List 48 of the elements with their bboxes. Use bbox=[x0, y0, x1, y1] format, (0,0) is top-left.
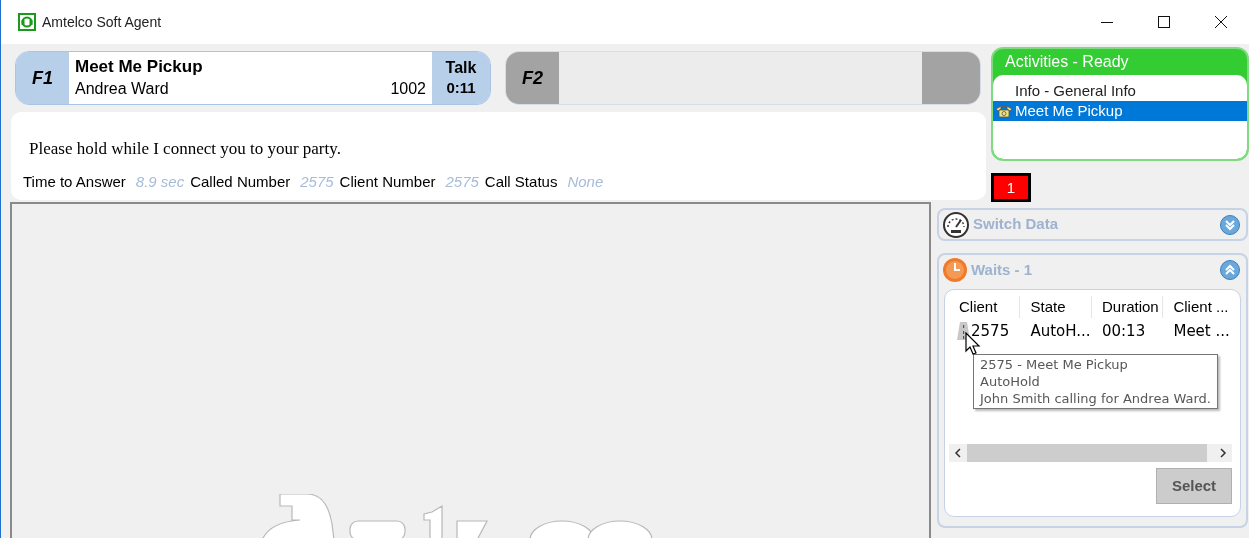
app-icon bbox=[18, 13, 36, 31]
speedometer-icon bbox=[942, 210, 970, 239]
field-value: 2575 bbox=[445, 172, 479, 192]
call-line-card[interactable]: F2 bbox=[505, 51, 981, 105]
column-header[interactable]: Client ... bbox=[1163, 295, 1232, 319]
line-key: F2 bbox=[506, 52, 559, 104]
select-button[interactable]: Select bbox=[1156, 468, 1232, 504]
count-badge: 1 bbox=[991, 173, 1031, 202]
clock-icon bbox=[942, 257, 968, 283]
call-state: Talk bbox=[445, 58, 477, 78]
scrollbar-thumb[interactable] bbox=[967, 444, 1207, 462]
horizontal-scrollbar[interactable] bbox=[949, 444, 1232, 462]
maximize-icon[interactable] bbox=[1157, 16, 1170, 28]
line-key: F1 bbox=[16, 52, 69, 104]
panel-title: Waits - 1 bbox=[971, 259, 1034, 280]
tooltip-line: 2575 - Meet Me Pickup bbox=[980, 356, 1129, 373]
expand-icon[interactable] bbox=[1220, 214, 1240, 235]
status-panel bbox=[922, 52, 980, 104]
close-icon[interactable] bbox=[1214, 16, 1227, 28]
collapse-icon[interactable] bbox=[1220, 260, 1240, 280]
field-label: Called Number bbox=[190, 172, 291, 192]
activity-item[interactable]: Meet Me Pickup bbox=[993, 101, 1247, 121]
field-label: Call Status bbox=[484, 172, 558, 192]
field-label: Client Number bbox=[339, 172, 436, 192]
field-value: None bbox=[567, 172, 604, 192]
window-title: Amtelco Soft Agent bbox=[42, 12, 162, 32]
activities-title: Activities - Ready bbox=[1004, 52, 1130, 72]
table-cell-text: 00:13 bbox=[1101, 320, 1146, 342]
caller-name: Andrea Ward bbox=[75, 79, 169, 99]
table-cell-text: Meet ... bbox=[1173, 320, 1230, 342]
extension-number: 1002 bbox=[390, 79, 426, 99]
field-label: Time to Answer bbox=[23, 172, 126, 192]
phone-icon bbox=[995, 104, 1013, 118]
field-value: 8.9 sec bbox=[135, 172, 185, 192]
activity-item[interactable]: Info - General Info bbox=[993, 81, 1247, 101]
tooltip-line: AutoHold bbox=[980, 373, 1041, 390]
table-cell-text: AutoH... bbox=[1030, 320, 1091, 342]
table-cell-text: 2575 bbox=[971, 320, 1010, 342]
panel-title: Switch Data bbox=[973, 214, 1060, 235]
column-header[interactable]: State bbox=[1020, 295, 1092, 319]
call-title: Meet Me Pickup bbox=[75, 56, 204, 78]
column-header[interactable]: Client bbox=[949, 295, 1021, 319]
call-line-card[interactable]: F1 Meet Me Pickup Andrea Ward 1002 Talk 0:11 bbox=[15, 51, 491, 105]
field-value: 2575 bbox=[300, 172, 334, 192]
tooltip-line: John Smith calling for Andrea Ward. bbox=[980, 390, 1211, 407]
column-header[interactable]: Duration bbox=[1091, 295, 1164, 319]
script-message: Please hold while I connect you to your party. bbox=[28, 138, 342, 160]
call-timer: 0:11 bbox=[446, 78, 476, 98]
